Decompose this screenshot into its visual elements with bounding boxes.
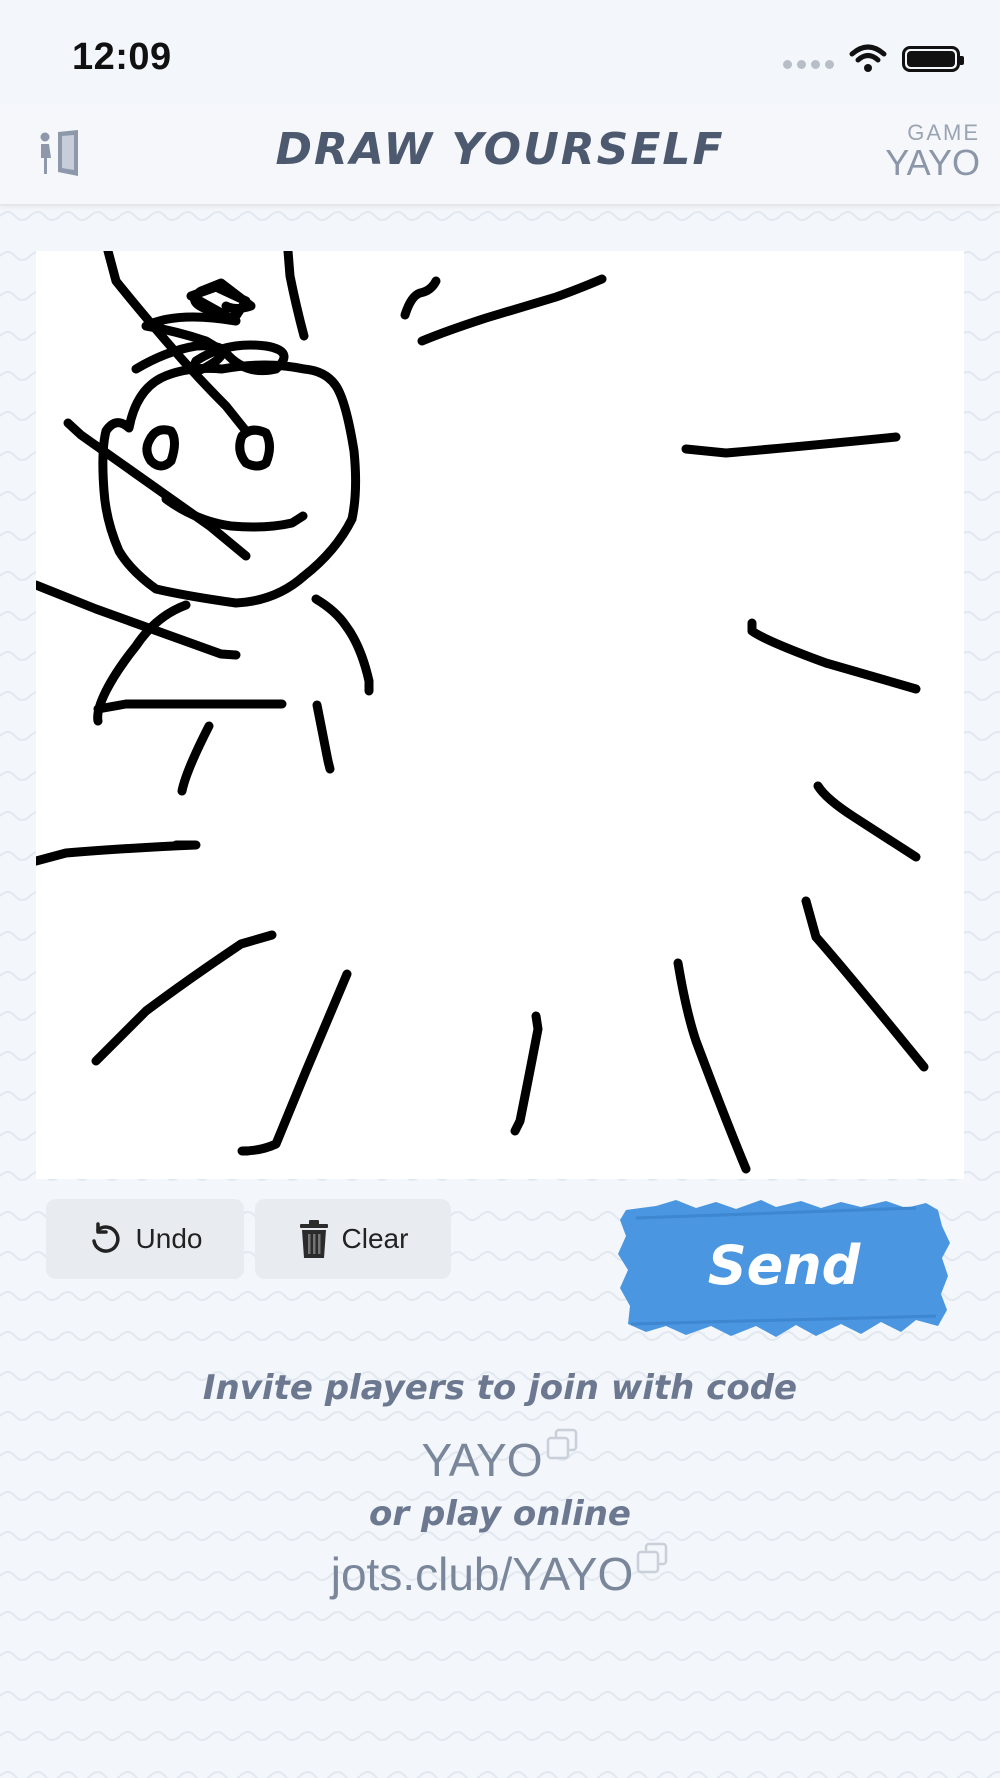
wifi-icon xyxy=(849,44,887,72)
invite-code[interactable]: YAYO xyxy=(422,1434,543,1486)
game-code: YAYO xyxy=(885,142,980,183)
invite-code-row[interactable]: YAYO xyxy=(0,1428,1000,1487)
status-bar: 12:09 xyxy=(0,0,1000,110)
cellular-signal-icon xyxy=(783,59,834,69)
drawing-strokes xyxy=(36,251,929,1174)
battery-icon xyxy=(902,46,964,72)
page-title: DRAW YOURSELF xyxy=(275,124,725,175)
undo-label: Undo xyxy=(135,1223,203,1254)
undo-button[interactable]: Undo xyxy=(46,1199,244,1279)
status-time: 12:09 xyxy=(72,36,172,78)
trash-icon xyxy=(299,1220,328,1258)
app-header: DRAW YOURSELF GAME YAYO xyxy=(0,110,1000,206)
send-label: Send xyxy=(707,1234,861,1297)
send-button[interactable]: Send xyxy=(616,1198,952,1342)
undo-icon xyxy=(91,1222,120,1253)
copy-icon[interactable] xyxy=(635,1541,669,1575)
invite-or-text: or play online xyxy=(369,1494,631,1534)
copy-icon[interactable] xyxy=(545,1427,579,1461)
invite-url-row[interactable]: jots.club/YAYO xyxy=(0,1542,1000,1601)
status-icons xyxy=(783,44,964,74)
drawing-canvas[interactable] xyxy=(36,251,964,1179)
clear-label: Clear xyxy=(341,1223,409,1254)
invite-url[interactable]: jots.club/YAYO xyxy=(331,1548,634,1600)
invite-prompt: Invite players to join with code xyxy=(202,1368,798,1408)
clear-button[interactable]: Clear xyxy=(255,1199,451,1279)
